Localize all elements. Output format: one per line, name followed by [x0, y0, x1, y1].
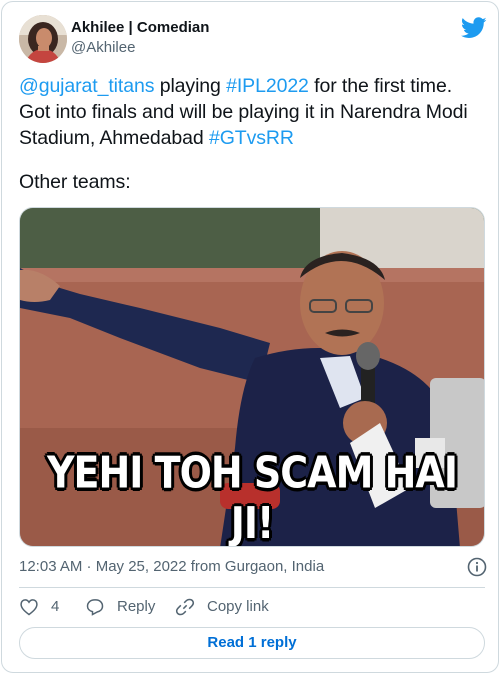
hashtag-link[interactable]: #GTvsRR [209, 127, 294, 149]
author-names: Akhilee | Comedian @Akhilee [71, 18, 209, 58]
avatar-photo-icon [19, 15, 67, 63]
copy-link-button[interactable]: Copy link [175, 595, 269, 619]
tweet-text-segment: Other teams: [19, 171, 131, 193]
read-replies-button[interactable]: Read 1 reply [19, 627, 485, 659]
mention-link[interactable]: @gujarat_titans [19, 75, 154, 97]
tweet-header: Akhilee | Comedian @Akhilee [19, 15, 487, 65]
reply-icon [86, 599, 104, 616]
author-avatar[interactable] [19, 15, 67, 63]
tweet-media[interactable]: YEHI TOH SCAM HAI JI! [19, 207, 485, 547]
tweet-text-segment: for the first time. [308, 75, 453, 97]
hashtag-link[interactable]: #IPL2022 [226, 75, 309, 97]
like-button[interactable]: 4 [19, 595, 59, 619]
reply-label: Reply [117, 598, 156, 615]
reply-button[interactable]: Reply [85, 595, 155, 619]
tweet-timestamp[interactable]: 12:03 AM · May 25, 2022 from Gurgaon, In… [19, 558, 324, 575]
info-icon[interactable] [467, 557, 487, 577]
tweet-card: Akhilee | Comedian @Akhilee @gujarat_tit… [1, 1, 499, 673]
twitter-bird-icon[interactable] [461, 17, 487, 39]
tweet-text-segment: playing [154, 75, 227, 97]
tweet-meta: 12:03 AM · May 25, 2022 from Gurgaon, In… [19, 555, 487, 579]
link-icon [176, 598, 194, 616]
author-display-name[interactable]: Akhilee | Comedian [71, 18, 209, 38]
like-count: 4 [51, 598, 60, 615]
tweet-text: @gujarat_titans playing #IPL2022 for the… [19, 73, 485, 195]
copy-link-label: Copy link [207, 598, 269, 615]
heart-icon [20, 599, 38, 616]
meme-caption: YEHI TOH SCAM HAI JI! [47, 447, 458, 547]
author-handle[interactable]: @Akhilee [71, 38, 209, 58]
divider [19, 587, 485, 588]
